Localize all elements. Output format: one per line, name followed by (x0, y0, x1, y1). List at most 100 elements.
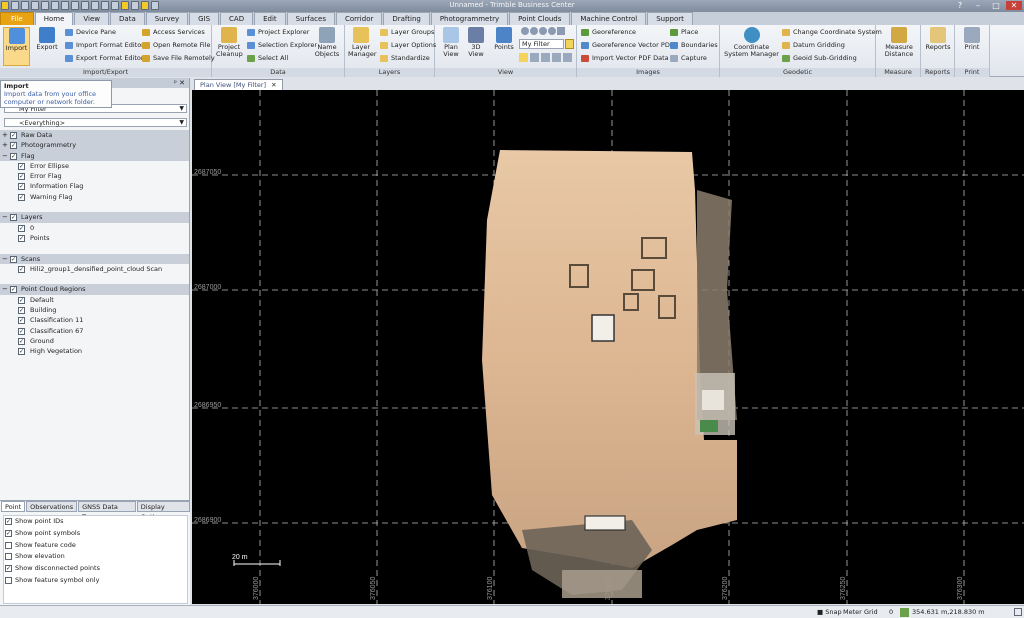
expand-icon[interactable]: + (2, 130, 9, 140)
visibility-checkbox[interactable]: ✓ (10, 214, 17, 222)
boundaries-button[interactable]: Boundaries (670, 40, 718, 50)
visibility-checkbox[interactable]: ✓ (18, 337, 25, 345)
tab-point-clouds[interactable]: Point Clouds (509, 12, 571, 25)
units-indicator[interactable]: Meter (843, 606, 862, 618)
axis-icon[interactable] (541, 53, 550, 62)
tree-group[interactable]: + ✓ Raw Data (0, 130, 189, 141)
selection-explorer-button[interactable]: Selection Explorer (247, 40, 317, 50)
visibility-checkbox[interactable]: ✓ (18, 317, 25, 325)
tab-display-options[interactable]: Display Options (136, 501, 190, 521)
option-row[interactable]: Show feature symbol only (4, 575, 187, 587)
layer-manager-button[interactable]: Layer Manager (348, 27, 377, 58)
geoid-sub-gridding-button[interactable]: Geoid Sub-Gridding (782, 53, 857, 63)
option-checkbox[interactable] (5, 576, 12, 584)
shading-icon[interactable] (563, 53, 572, 62)
visibility-checkbox[interactable]: ✓ (10, 286, 17, 294)
option-row[interactable]: Show elevation (4, 551, 187, 563)
option-row[interactable]: ✓ Show disconnected points (4, 563, 187, 575)
tab-edit[interactable]: Edit (254, 12, 286, 25)
place-button[interactable]: Place (670, 27, 698, 37)
layer-groups-button[interactable]: Layer Groups (380, 27, 434, 37)
tree-item[interactable]: ✓ Information Flag (0, 181, 189, 191)
tab-gis[interactable]: GIS (189, 12, 220, 25)
tree-item[interactable]: ✓ Hili2_group1_densified_point_cloud Scan (0, 264, 189, 274)
import-vector-pdf-data-button[interactable]: Import Vector PDF Data (581, 53, 669, 63)
tab-surfaces[interactable]: Surfaces (286, 12, 335, 25)
tree-item[interactable]: ✓ Default (0, 295, 189, 305)
snap-toggle[interactable]: ■ Snap (817, 606, 842, 618)
points-button[interactable]: Points (491, 27, 517, 51)
tree-item[interactable]: ✓ Error Flag (0, 171, 189, 181)
tree-group[interactable]: − ✓ Scans (0, 253, 189, 264)
visibility-checkbox[interactable]: ✓ (18, 162, 25, 170)
reports-button[interactable]: Reports (925, 27, 951, 51)
visibility-checkbox[interactable]: ✓ (18, 265, 25, 273)
expand-icon[interactable]: − (2, 212, 9, 222)
tab-point[interactable]: Point (1, 501, 26, 512)
visibility-checkbox[interactable]: ✓ (18, 327, 25, 335)
tab-observations[interactable]: Observations (26, 501, 78, 512)
tab-cad[interactable]: CAD (220, 12, 254, 25)
name-objects-button[interactable]: Name Objects (314, 27, 340, 58)
georeference-button[interactable]: Georeference (581, 27, 636, 37)
tree-group[interactable]: − ✓ Point Cloud Regions (0, 284, 189, 295)
filter-dropdown[interactable]: My Filter (519, 39, 564, 49)
zoom-in-icon[interactable] (521, 27, 529, 35)
zoom-window-icon[interactable] (548, 27, 556, 35)
tab-photogrammetry[interactable]: Photogrammetry (430, 12, 509, 25)
tab-plan-view[interactable]: Plan View [My Filter] ✕ (194, 79, 283, 90)
grid-toggle-icon[interactable] (519, 53, 528, 62)
save-file-remotely-button[interactable]: Save File Remotely (142, 53, 215, 63)
visibility-checkbox[interactable]: ✓ (18, 348, 25, 356)
option-row[interactable]: ✓ Show point symbols (4, 528, 187, 540)
tab-gnss-data-types[interactable]: GNSS Data Types (78, 501, 136, 521)
visibility-checkbox[interactable]: ✓ (10, 152, 17, 160)
tree-item[interactable]: ✓ Warning Flag (0, 192, 189, 202)
capture-button[interactable]: Capture (670, 53, 707, 63)
visibility-checkbox[interactable]: ✓ (18, 307, 25, 315)
plan-view-canvas[interactable]: 2687050 2687000 2686950 2686900 376000 37605… (192, 90, 1024, 604)
tab-support[interactable]: Support (647, 12, 693, 25)
tab-view[interactable]: View (74, 12, 110, 25)
visibility-checkbox[interactable]: ✓ (18, 173, 25, 181)
visibility-checkbox[interactable]: ✓ (18, 296, 25, 304)
tree-item[interactable]: ✓ Points (0, 233, 189, 243)
grid-toggle[interactable]: Grid (864, 606, 878, 618)
pane-pin-close[interactable]: ᵖ ✕ (174, 78, 185, 88)
expand-icon[interactable]: − (2, 284, 9, 294)
plan-view-button[interactable]: Plan View (438, 27, 464, 58)
visibility-checkbox[interactable]: ✓ (10, 255, 17, 263)
tree-group[interactable]: + ✓ Photogrammetry (0, 140, 189, 151)
tree-group[interactable]: − ✓ Flag (0, 150, 189, 161)
tree-group[interactable]: − ✓ Layers (0, 212, 189, 223)
option-checkbox[interactable]: ✓ (5, 518, 12, 525)
snap-icon[interactable] (530, 53, 539, 62)
tree-item[interactable]: ✓ Classification 11 (0, 315, 189, 325)
tree-item[interactable]: ✓ High Vegetation (0, 346, 189, 356)
georeference-vector-pdf-button[interactable]: Georeference Vector PDF (581, 40, 674, 50)
option-row[interactable]: Show feature code (4, 540, 187, 552)
visibility-checkbox[interactable]: ✓ (10, 142, 17, 150)
3d-view-button[interactable]: 3D View (463, 27, 489, 58)
select-all-button[interactable]: Select All (247, 53, 288, 63)
visibility-checkbox[interactable]: ✓ (18, 224, 25, 232)
point-cloud-map[interactable]: 2687050 2687000 2686950 2686900 376000 37605… (192, 90, 1024, 604)
help-icon[interactable]: ? (952, 1, 968, 10)
zoom-out-icon[interactable] (530, 27, 538, 35)
visibility-checkbox[interactable]: ✓ (10, 132, 17, 139)
pan-icon[interactable] (557, 27, 565, 35)
layer-options-button[interactable]: Layer Options (380, 40, 436, 50)
tree-item[interactable]: ✓ Error Ellipse (0, 161, 189, 171)
import-format-editor-button[interactable]: Import Format Editor (65, 40, 144, 50)
expand-icon[interactable]: − (2, 254, 9, 264)
export-button[interactable]: Export (34, 27, 60, 51)
tab-corridor[interactable]: Corridor (336, 12, 383, 25)
option-row[interactable]: ✓ Show point IDs (4, 516, 187, 528)
datum-gridding-button[interactable]: Datum Gridding (782, 40, 845, 50)
maximize-icon[interactable]: □ (988, 1, 1004, 10)
option-checkbox[interactable] (5, 553, 12, 561)
access-services-button[interactable]: Access Services (142, 27, 205, 37)
tab-data[interactable]: Data (110, 12, 145, 25)
minimize-icon[interactable]: – (970, 1, 986, 10)
expand-icon[interactable]: − (2, 151, 9, 161)
